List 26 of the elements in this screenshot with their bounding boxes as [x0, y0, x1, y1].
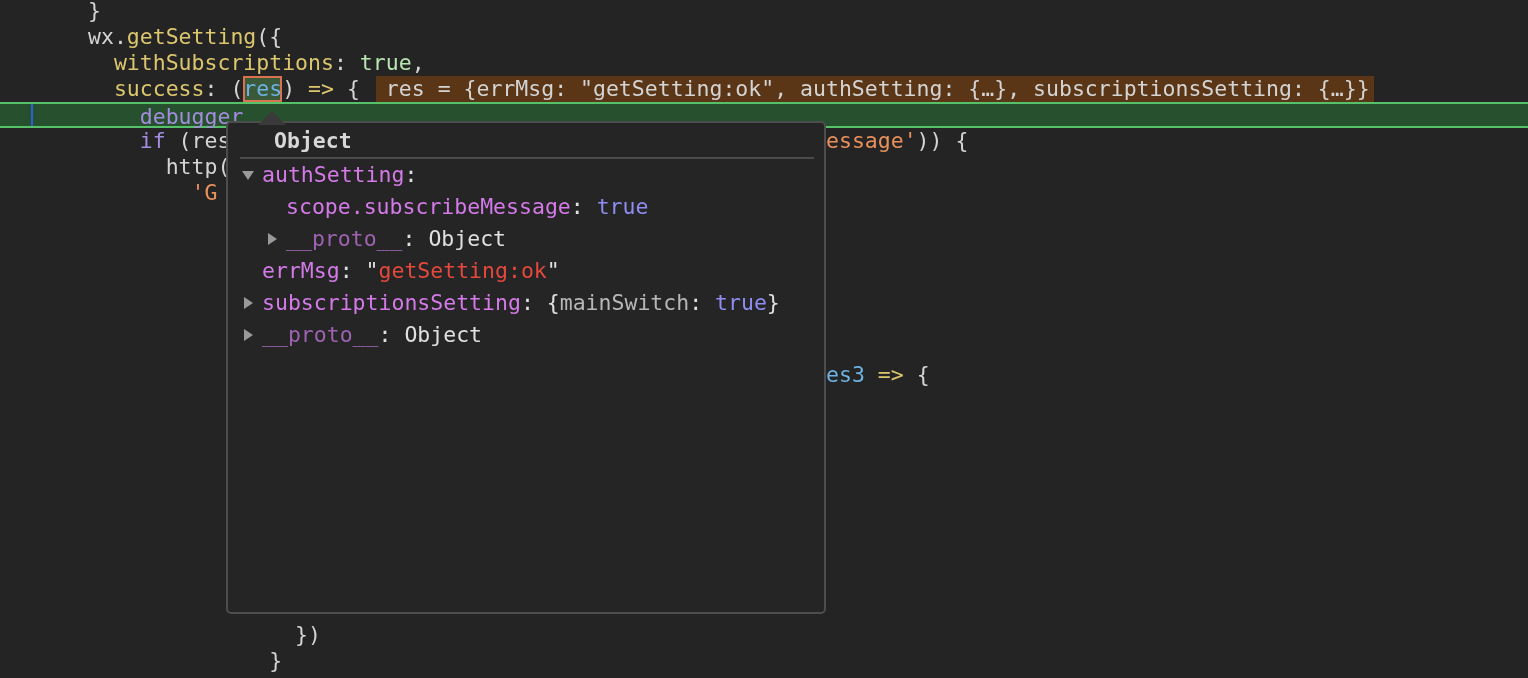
- code-text: essage')) {: [826, 128, 969, 154]
- collapsed-arrow-icon[interactable]: [242, 329, 254, 341]
- code-text: wx.getSetting({: [88, 24, 283, 50]
- property-entry: scope.subscribeMessage: true: [286, 193, 649, 221]
- code-text: es3 => {: [826, 362, 930, 388]
- collapsed-arrow-icon[interactable]: [242, 297, 254, 309]
- property-entry: errMsg: "getSetting:ok": [262, 257, 560, 285]
- code-text: http(: [164, 154, 231, 180]
- code-text: withSubscriptions: true,: [112, 50, 425, 76]
- popup-pointer: [258, 111, 286, 125]
- property-entry: __proto__: Object: [286, 225, 507, 253]
- property-entry: __proto__: Object: [262, 321, 483, 349]
- code-text: success: (: [112, 76, 244, 102]
- code-text: debugger: [138, 104, 244, 130]
- code-text: }: [268, 648, 283, 674]
- property-entry: authSetting:: [262, 161, 418, 189]
- hovered-variable[interactable]: res: [243, 76, 283, 102]
- inline-value: res = {errMsg: "getSetting:ok", authSetting: {…}, subscriptionsSetting: {…}}: [375, 76, 1374, 102]
- collapsed-arrow-icon[interactable]: [266, 233, 278, 245]
- code-text: }): [294, 622, 321, 648]
- popup-title: Object: [274, 127, 352, 155]
- code-text: ) => {: [282, 76, 360, 102]
- code-text: 'G: [190, 180, 218, 206]
- code-text: }: [88, 0, 101, 24]
- property-entry: subscriptionsSetting: {mainSwitch: true}: [262, 289, 780, 317]
- expanded-arrow-icon[interactable]: [242, 169, 254, 181]
